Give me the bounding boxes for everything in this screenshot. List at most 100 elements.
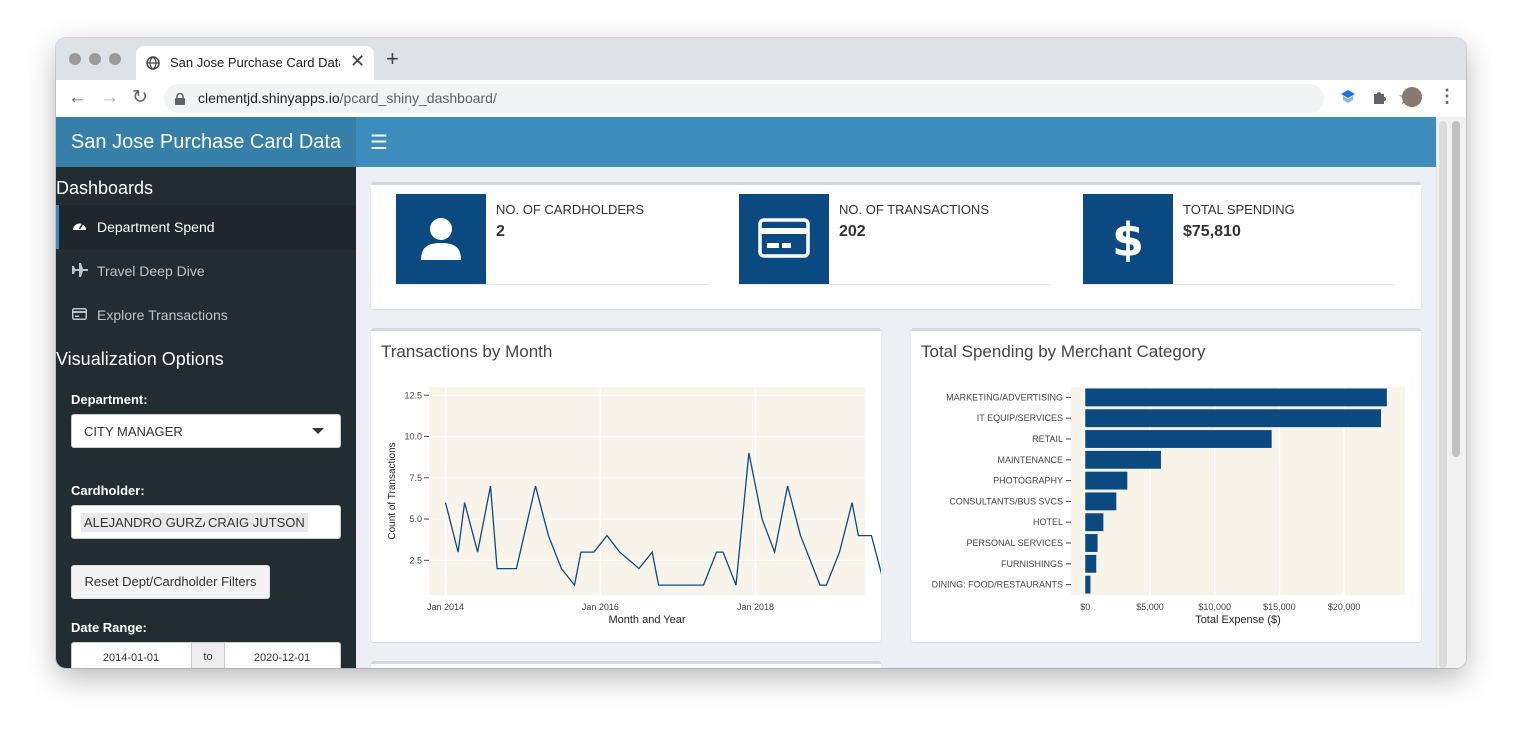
close-tab-icon[interactable]: ✕	[350, 51, 365, 72]
kpi-value: 2	[496, 223, 505, 240]
y-axis-label: Count of Transactions	[387, 442, 398, 539]
category-label: DINING: FOOD/RESTAURANTS	[932, 580, 1063, 590]
url-text: clementjd.shinyapps.io/pcard_shiny_dashb…	[198, 90, 497, 106]
new-tab-button[interactable]: +	[386, 48, 399, 70]
date-range-separator: to	[191, 643, 225, 668]
sidebar-item-department-spend[interactable]: Department Spend	[56, 205, 359, 249]
dollar-icon: $	[1083, 194, 1173, 284]
visualization-options-heading: Visualization Options	[56, 349, 224, 369]
x-tick-label: Jan 2018	[737, 602, 774, 612]
sidebar-toggle-icon[interactable]: ☰	[370, 130, 388, 155]
next-box	[371, 661, 881, 668]
category-label: MARKETING/ADVERTISING	[946, 392, 1063, 402]
category-bar	[1085, 554, 1097, 573]
extensions-puzzle-icon[interactable]	[1372, 89, 1388, 110]
sidebar-item-travel-deep-dive[interactable]: Travel Deep Dive	[56, 249, 356, 293]
spending-by-category-box: Total Spending by Merchant Category $0 $5…	[911, 328, 1421, 642]
browser-toolbar: ← → ↻ clementjd.shinyapps.io/pcard_shiny…	[56, 80, 1466, 118]
category-bar	[1085, 388, 1387, 407]
reset-filters-button[interactable]: Reset Dept/Cardholder Filters	[71, 565, 270, 599]
scrollbar-track-inner	[1439, 121, 1447, 668]
category-bar	[1085, 534, 1098, 552]
kpi-total-spending: $ TOTAL SPENDING $75,810	[1083, 194, 1395, 285]
category-label: CONSULTANTS/BUS SVCS	[949, 496, 1063, 506]
category-bar	[1085, 450, 1161, 469]
kpi-value: $75,810	[1183, 223, 1241, 240]
category-bar-chart: $0 $5,000 $10,000 $15,000 $20,000 MARKETING/A…	[932, 387, 1405, 626]
extension-shield-icon[interactable]	[1340, 89, 1356, 110]
back-button[interactable]: ←	[68, 88, 87, 108]
date-range-label: Date Range:	[71, 620, 147, 635]
y-tick-label: 5.0	[409, 514, 422, 524]
chart-title: Total Spending by Merchant Category	[921, 342, 1206, 361]
svg-text:$: $	[1112, 216, 1144, 262]
category-bar	[1085, 471, 1128, 490]
close-window-button[interactable]	[69, 53, 81, 65]
globe-icon	[146, 56, 160, 75]
transactions-by-month-box: Transactions by Month Jan 2014 Jan 2016 Ja…	[371, 328, 881, 642]
credit-card-icon	[739, 194, 829, 284]
x-axis-label: Total Expense ($)	[1195, 614, 1281, 626]
sidebar-item-label: Department Spend	[97, 219, 215, 235]
chevron-down-icon	[312, 428, 324, 434]
plot-background	[429, 387, 865, 595]
category-label: PERSONAL SERVICES	[966, 538, 1063, 548]
user-icon	[396, 194, 486, 284]
category-label: IT EQUIP/SERVICES	[977, 413, 1063, 423]
y-tick-label: 7.5	[409, 473, 422, 483]
url-host: clementjd.shinyapps.io	[198, 90, 340, 106]
date-start-input[interactable]: 2014-01-01	[72, 652, 190, 664]
app-title[interactable]: San Jose Purchase Card Data	[56, 117, 356, 167]
x-tick-label: $15,000	[1263, 602, 1296, 612]
category-bar	[1085, 492, 1117, 511]
transactions-line-chart: Jan 2014 Jan 2016 Jan 2018 2.5 5.0 7.5 10.0 12.…	[387, 387, 881, 626]
plane-icon	[72, 263, 88, 280]
sidebar-item-explore-transactions[interactable]: Explore Transactions	[56, 293, 356, 337]
kpi-value: 202	[839, 223, 866, 240]
address-bar[interactable]: clementjd.shinyapps.io/pcard_shiny_dashb…	[164, 84, 1415, 113]
forward-button[interactable]: →	[100, 88, 119, 108]
browser-tab[interactable]: San Jose Purchase Card Data D ✕	[136, 46, 374, 80]
date-range-input: 2014-01-01 to 2020-12-01	[71, 642, 341, 668]
tab-title: San Jose Purchase Card Data D	[170, 55, 340, 70]
maximize-window-button[interactable]	[109, 53, 121, 65]
category-label: RETAIL	[1032, 434, 1063, 444]
browser-window: San Jose Purchase Card Data D ✕ + ← → ↻ …	[56, 38, 1466, 668]
date-end-input[interactable]: 2020-12-01	[223, 652, 341, 664]
cardholder-chip[interactable]: CRAIG JUTSON	[205, 513, 308, 532]
browser-menu-icon[interactable]: ⋮	[1438, 87, 1456, 105]
category-bar	[1085, 575, 1091, 594]
reload-button[interactable]: ↻	[132, 88, 148, 108]
department-selected-value: CITY MANAGER	[84, 424, 183, 439]
x-tick-label: $5,000	[1136, 602, 1164, 612]
x-tick-label: Jan 2016	[582, 602, 619, 612]
dashboards-heading: Dashboards	[56, 178, 154, 198]
x-tick-label: $10,000	[1198, 602, 1231, 612]
kpi-cardholders: NO. OF CARDHOLDERS 2	[396, 194, 708, 285]
x-tick-label: $20,000	[1328, 602, 1361, 612]
y-tick-label: 10.0	[404, 432, 422, 442]
y-tick-label: 12.5	[404, 390, 422, 400]
category-label: PHOTOGRAPHY	[993, 476, 1063, 486]
sidebar: Dashboards Department Spend Travel Deep …	[56, 167, 359, 668]
x-axis-label: Month and Year	[608, 614, 685, 626]
cardholder-multiselect[interactable]: ALEJANDRO GURZA CRAIG JUTSON	[71, 505, 341, 539]
kpi-transactions: NO. OF TRANSACTIONS 202	[739, 194, 1051, 285]
profile-avatar[interactable]	[1402, 87, 1422, 107]
department-label: Department:	[71, 392, 148, 407]
category-label: MAINTENANCE	[997, 455, 1063, 465]
sidebar-item-label: Travel Deep Dive	[97, 263, 205, 279]
category-bar	[1085, 513, 1104, 532]
page-scrollbar[interactable]	[1436, 117, 1466, 668]
category-label: FURNISHINGS	[1001, 559, 1063, 569]
kpi-label: TOTAL SPENDING	[1183, 202, 1295, 217]
minimize-window-button[interactable]	[89, 53, 101, 65]
scrollbar-thumb[interactable]	[1452, 121, 1460, 457]
x-tick-label: $0	[1080, 602, 1090, 612]
sidebar-item-label: Explore Transactions	[97, 307, 228, 323]
category-bar	[1085, 409, 1382, 428]
department-select[interactable]: CITY MANAGER	[71, 414, 341, 448]
y-tick-label: 2.5	[409, 555, 422, 565]
cardholder-chip[interactable]: ALEJANDRO GURZA	[81, 513, 215, 532]
tachometer-icon	[72, 219, 87, 235]
